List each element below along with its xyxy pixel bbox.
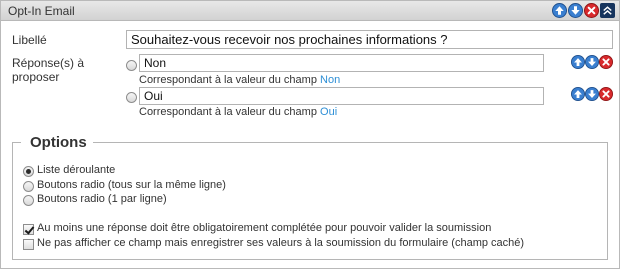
- display-mode-radio-dropdown[interactable]: [23, 166, 34, 177]
- move-up-icon[interactable]: [552, 3, 567, 18]
- move-up-icon[interactable]: [571, 87, 585, 101]
- answer-controls-non: [571, 55, 613, 69]
- label-input[interactable]: [126, 30, 613, 49]
- answer-radio-non[interactable]: [126, 60, 137, 71]
- display-mode-label-inline: Boutons radio (tous sur la même ligne): [37, 179, 226, 191]
- move-down-icon[interactable]: [585, 55, 599, 69]
- label-caption: Libellé: [12, 33, 47, 47]
- panel-titlebar: Opt-In Email: [1, 1, 619, 21]
- hidden-field-label: Ne pas afficher ce champ mais enregistre…: [37, 237, 525, 249]
- delete-icon[interactable]: [584, 3, 599, 18]
- opt-in-email-panel: Opt-In Email Libellé Réponse(s) à propos…: [0, 0, 620, 269]
- answer-hint-non: Correspondant à la valeur du champ Non: [139, 74, 341, 86]
- display-mode-label-dropdown: Liste déroulante: [37, 164, 116, 176]
- answer-input-oui[interactable]: [139, 87, 544, 105]
- delete-icon[interactable]: [599, 55, 613, 69]
- answer-input-non[interactable]: [139, 54, 544, 72]
- hidden-field-checkbox[interactable]: [23, 239, 34, 250]
- move-down-icon[interactable]: [568, 3, 583, 18]
- answer-hint-oui: Correspondant à la valeur du champ Oui: [139, 106, 338, 118]
- options-legend: Options: [21, 134, 93, 151]
- answer-hint-value: Non: [320, 74, 341, 86]
- display-mode-label-per-line: Boutons radio (1 par ligne): [37, 193, 167, 205]
- required-answer-checkbox[interactable]: [23, 224, 34, 235]
- collapse-icon[interactable]: [600, 3, 615, 18]
- move-down-icon[interactable]: [585, 87, 599, 101]
- panel-controls: [552, 3, 615, 18]
- delete-icon[interactable]: [599, 87, 613, 101]
- display-mode-radio-inline[interactable]: [23, 181, 34, 192]
- panel-title: Opt-In Email: [8, 4, 75, 18]
- move-up-icon[interactable]: [571, 55, 585, 69]
- required-answer-label: Au moins une réponse doit être obligatoi…: [37, 222, 492, 234]
- display-mode-radio-per-line[interactable]: [23, 195, 34, 206]
- answer-controls-oui: [571, 87, 613, 101]
- answers-caption: Réponse(s) à proposer: [12, 56, 85, 84]
- answer-hint-value: Oui: [320, 106, 338, 118]
- answer-radio-oui[interactable]: [126, 92, 137, 103]
